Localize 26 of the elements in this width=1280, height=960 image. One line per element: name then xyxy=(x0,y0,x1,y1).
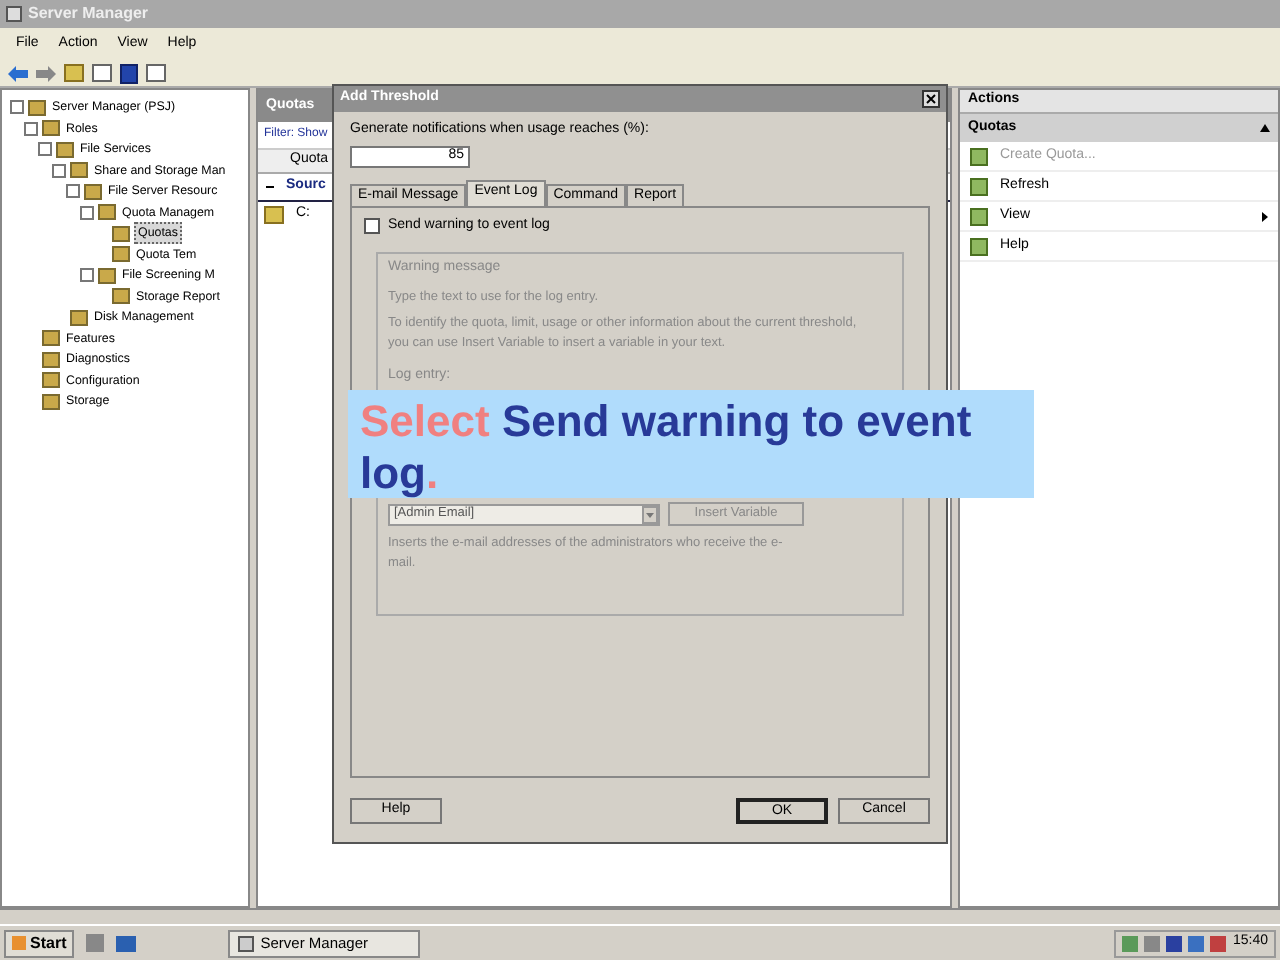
node-icon xyxy=(98,267,116,283)
node-icon xyxy=(112,246,130,262)
node-icon xyxy=(98,204,116,220)
node-icon xyxy=(56,141,74,157)
node-icon xyxy=(112,225,130,241)
pane-icon[interactable] xyxy=(92,64,112,82)
back-arrow-icon[interactable] xyxy=(8,65,28,81)
node-icon xyxy=(112,288,130,304)
instruction-callout: Select Send warning to event log. xyxy=(348,390,1034,498)
node-icon xyxy=(42,372,60,388)
node-icon xyxy=(42,393,60,409)
close-icon[interactable] xyxy=(922,90,940,108)
node-icon xyxy=(70,162,88,178)
node-icon xyxy=(28,99,46,115)
forward-arrow-icon[interactable] xyxy=(36,65,56,81)
node-icon xyxy=(84,183,102,199)
node-icon xyxy=(42,330,60,346)
expander-icon[interactable] xyxy=(80,268,94,282)
node-icon xyxy=(42,120,60,136)
start-button[interactable]: Start xyxy=(4,929,75,957)
pane-icon[interactable] xyxy=(146,64,166,82)
node-icon xyxy=(42,351,60,367)
checkbox[interactable] xyxy=(364,217,380,234)
node-icon xyxy=(70,309,88,325)
window-title: Server Manager xyxy=(28,2,149,26)
collapse-icon xyxy=(1260,124,1270,132)
